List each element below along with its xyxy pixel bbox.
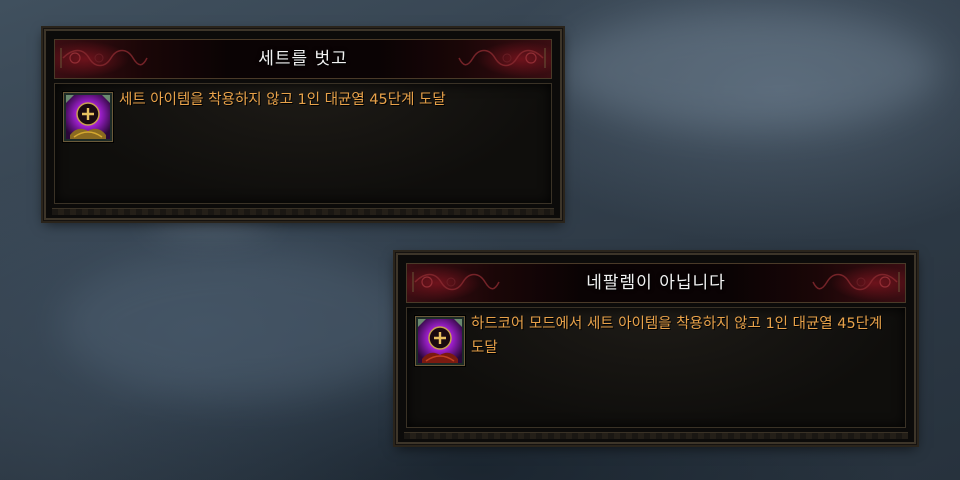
background-mist [560,10,940,130]
achievement-panel: 세트를 벗고 세트 아이템을 착용하지 않고 1인 대균열 45단계 도달 [44,29,562,220]
achievement-description: 하드코어 모드에서 세트 아이템을 착용하지 않고 1인 대균열 45단계 도달 [471,316,883,356]
achievement-title: 네팔렘이 아닙니다 [586,273,726,293]
achievement-icon [63,92,113,142]
achievement-body: 세트 아이템을 착용하지 않고 1인 대균열 45단계 도달 [54,83,552,204]
achievement-description: 세트 아이템을 착용하지 않고 1인 대균열 45단계 도달 [119,92,446,108]
achievement-icon [415,316,465,366]
achievement-header: 네팔렘이 아닙니다 [406,263,906,303]
background-mist [60,250,420,400]
achievement-body: 하드코어 모드에서 세트 아이템을 착용하지 않고 1인 대균열 45단계 도달 [406,307,906,428]
achievement-panel: 네팔렘이 아닙니다 하드코어 모드에서 세트 아이템을 착용하지 않고 1인 대… [396,253,916,444]
achievement-title: 세트를 벗고 [258,49,348,69]
achievement-header: 세트를 벗고 [54,39,552,79]
